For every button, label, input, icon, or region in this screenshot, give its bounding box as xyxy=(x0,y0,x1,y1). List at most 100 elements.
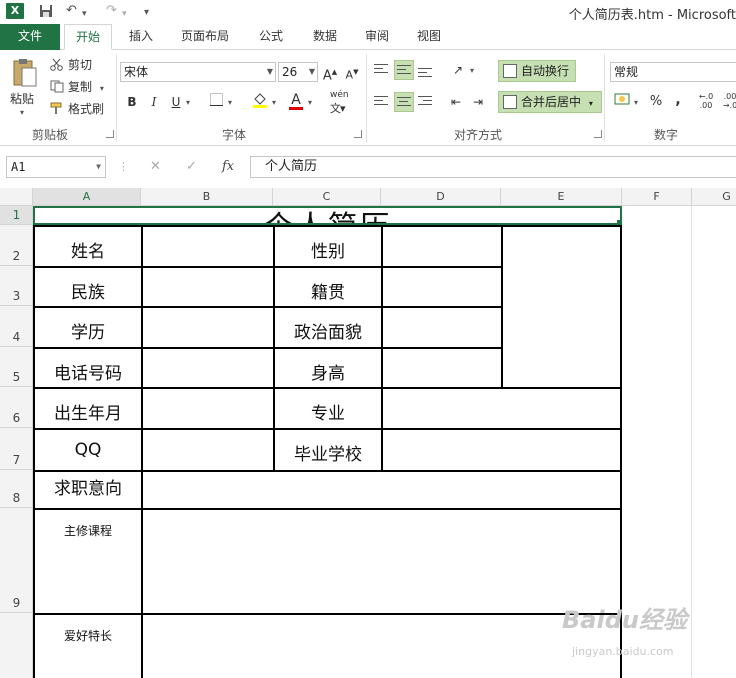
row-header-10[interactable] xyxy=(0,613,33,678)
row-header-9[interactable]: 9 xyxy=(0,508,33,613)
shrink-font-button[interactable]: A▼ xyxy=(342,62,362,82)
select-all-corner[interactable] xyxy=(0,188,33,206)
bold-button[interactable]: B xyxy=(122,92,142,112)
column-header-b[interactable]: B xyxy=(141,188,273,206)
label-cell-native-place[interactable]: 籍贯 xyxy=(273,266,383,308)
decrease-decimal-button[interactable]: .00 →.0 xyxy=(720,92,736,112)
value-cell-main-courses[interactable] xyxy=(141,508,622,615)
phonetic-button[interactable]: wén 文▾ xyxy=(330,90,349,116)
label-cell-gender[interactable]: 性别 xyxy=(273,225,383,268)
tab-page-layout[interactable]: 页面布局 xyxy=(172,24,238,50)
value-cell-political-status[interactable] xyxy=(381,306,503,349)
cancel-button[interactable]: ✕ xyxy=(150,156,161,178)
format-painter-button[interactable]: 格式刷 xyxy=(50,100,104,118)
font-launcher-icon[interactable] xyxy=(354,130,362,138)
tab-review[interactable]: 审阅 xyxy=(354,24,400,50)
align-bottom-icon[interactable] xyxy=(418,68,432,80)
label-cell-name[interactable]: 姓名 xyxy=(33,225,143,268)
redo-icon[interactable]: ↷ xyxy=(106,3,117,19)
wrap-text-button[interactable]: 自动换行 xyxy=(498,60,576,82)
more-options-icon[interactable]: ⋮ xyxy=(118,160,129,173)
align-center-button[interactable] xyxy=(394,92,414,112)
row-header-8[interactable]: 8 xyxy=(0,470,33,508)
tab-insert[interactable]: 插入 xyxy=(118,24,164,50)
row-header-7[interactable]: 7 xyxy=(0,428,33,470)
column-header-e[interactable]: E xyxy=(501,188,622,206)
align-top-icon[interactable] xyxy=(374,64,388,76)
save-icon[interactable] xyxy=(38,3,54,24)
row-header-6[interactable]: 6 xyxy=(0,387,33,428)
row-header-2[interactable]: 2 xyxy=(0,225,33,266)
value-cell-phone[interactable] xyxy=(141,347,275,389)
value-cell-job-intention[interactable] xyxy=(141,470,622,510)
label-cell-graduate-school[interactable]: 毕业学校 xyxy=(273,428,383,472)
increase-decimal-button[interactable]: ←.0.00 xyxy=(696,92,716,112)
value-cell-hobbies[interactable] xyxy=(141,613,622,678)
column-header-f[interactable]: F xyxy=(622,188,692,206)
copy-button[interactable]: 复制 ▾ xyxy=(50,78,104,96)
tab-home[interactable]: 开始 xyxy=(64,24,112,50)
label-cell-political-status[interactable]: 政治面貌 xyxy=(273,306,383,349)
font-name-select[interactable]: 宋体 ▼ xyxy=(120,62,276,82)
borders-button[interactable] xyxy=(206,92,226,112)
tab-view[interactable]: 视图 xyxy=(406,24,452,50)
column-header-d[interactable]: D xyxy=(381,188,501,206)
value-cell-birth-date[interactable] xyxy=(141,387,275,430)
number-format-select[interactable]: 常规 xyxy=(610,62,736,82)
font-color-button[interactable]: A xyxy=(286,90,306,110)
value-cell-ethnicity[interactable] xyxy=(141,266,275,308)
value-cell-major[interactable] xyxy=(381,387,622,430)
label-cell-birth-date[interactable]: 出生年月 xyxy=(33,387,143,430)
undo-dropdown-icon[interactable]: ▾ xyxy=(82,6,87,22)
formula-input[interactable]: 个人简历 xyxy=(250,156,736,178)
comma-button[interactable]: , xyxy=(668,90,688,110)
percent-button[interactable]: % xyxy=(646,92,666,112)
label-cell-ethnicity[interactable]: 民族 xyxy=(33,266,143,308)
resume-title-cell[interactable]: 个人简历 xyxy=(33,206,622,225)
value-cell-native-place[interactable] xyxy=(381,266,503,308)
label-cell-hobbies[interactable]: 爱好特长 xyxy=(33,613,143,678)
paste-button[interactable]: 粘贴 xyxy=(10,90,34,107)
clipboard-launcher-icon[interactable] xyxy=(106,130,114,138)
row-header-5[interactable]: 5 xyxy=(0,347,33,387)
alignment-launcher-icon[interactable] xyxy=(594,130,602,138)
align-right-icon[interactable] xyxy=(418,96,432,108)
paste-icon[interactable] xyxy=(12,58,38,87)
column-header-g[interactable]: G xyxy=(692,188,736,206)
decrease-indent-button[interactable]: ⇤ xyxy=(446,92,466,112)
accounting-dropdown-icon[interactable]: ▾ xyxy=(634,98,638,107)
label-cell-qq[interactable]: QQ xyxy=(33,428,143,472)
fill-color-button[interactable] xyxy=(250,92,270,112)
tab-data[interactable]: 数据 xyxy=(302,24,348,50)
column-header-c[interactable]: C xyxy=(273,188,381,206)
copy-dropdown-icon[interactable]: ▾ xyxy=(100,84,104,93)
label-cell-phone[interactable]: 电话号码 xyxy=(33,347,143,389)
italic-button[interactable]: I xyxy=(144,92,164,112)
cut-button[interactable]: 剪切 xyxy=(50,56,92,74)
label-cell-main-courses[interactable]: 主修课程 xyxy=(33,508,143,615)
underline-dropdown-icon[interactable]: ▾ xyxy=(186,98,190,107)
borders-dropdown-icon[interactable]: ▾ xyxy=(228,98,232,107)
customize-quick-access-icon[interactable]: ▾ xyxy=(144,5,149,21)
value-cell-education[interactable] xyxy=(141,306,275,349)
label-cell-major[interactable]: 专业 xyxy=(273,387,383,430)
grow-font-button[interactable]: A▲ xyxy=(320,62,340,83)
merge-dropdown-icon[interactable]: ▾ xyxy=(589,99,593,108)
font-size-select[interactable]: 26 ▼ xyxy=(278,62,318,82)
label-cell-education[interactable]: 学历 xyxy=(33,306,143,349)
underline-button[interactable]: U xyxy=(166,92,186,112)
align-middle-button[interactable] xyxy=(394,60,414,80)
row-header-4[interactable]: 4 xyxy=(0,306,33,347)
label-cell-job-intention[interactable]: 求职意向 xyxy=(33,470,143,510)
confirm-button[interactable]: ✓ xyxy=(186,156,197,178)
align-left-icon[interactable] xyxy=(374,96,388,108)
font-color-dropdown-icon[interactable]: ▾ xyxy=(308,98,312,107)
name-box[interactable]: A1 ▼ xyxy=(6,156,106,178)
value-cell-name[interactable] xyxy=(141,225,275,268)
tab-formulas[interactable]: 公式 xyxy=(248,24,294,50)
accounting-format-button[interactable] xyxy=(612,92,632,112)
photo-cell[interactable] xyxy=(501,225,622,389)
value-cell-qq[interactable] xyxy=(141,428,275,472)
label-cell-height[interactable]: 身高 xyxy=(273,347,383,389)
increase-indent-button[interactable]: ⇥ xyxy=(468,92,488,112)
